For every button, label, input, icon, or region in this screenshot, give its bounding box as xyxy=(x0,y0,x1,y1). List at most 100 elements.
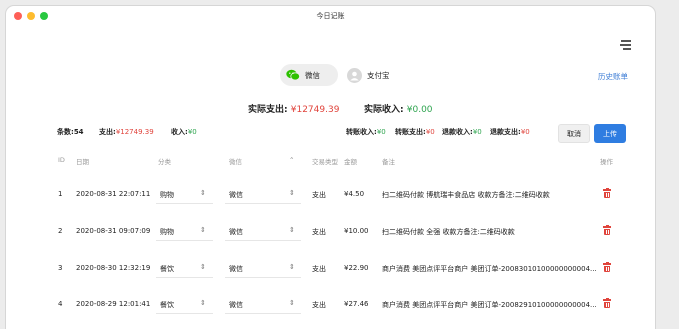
table-row: 3 2020-08-30 12:32:19 餐饮 ⇕ 微信 ⇕ 支出 ¥22.9… xyxy=(6,255,655,281)
row-id: 3 xyxy=(58,264,63,272)
category-select[interactable]: 购物 ⇕ xyxy=(156,221,213,241)
stat-transfer-in-value: ¥0 xyxy=(376,128,386,136)
account-select[interactable]: 微信 ⇕ xyxy=(225,258,301,278)
actual-expense-value: ¥12749.39 xyxy=(290,105,340,115)
table-row: 2 2020-08-31 09:07:09 购物 ⇕ 微信 ⇕ 支出 ¥10.0… xyxy=(6,218,655,244)
stat-refund-out: 退款支出:¥0 xyxy=(490,127,530,139)
tab-wechat-label: 微信 xyxy=(305,70,320,80)
header-amount: 金额 xyxy=(344,158,357,166)
header-type: 交易类型 xyxy=(312,158,338,166)
stat-transfer-out-label: 转账支出: xyxy=(395,128,426,136)
chevron-updown-icon: ⇕ xyxy=(200,226,206,234)
row-type: 支出 xyxy=(312,191,326,199)
chevron-updown-icon: ⇕ xyxy=(200,263,206,271)
row-note: 扫二维码付款 博航瑞丰食品店 收款方备注:二维码收款 xyxy=(382,191,550,199)
stat-count: 条数:54 xyxy=(57,127,84,139)
chevron-updown-icon: ⇕ xyxy=(200,189,206,197)
chevron-updown-icon: ⇕ xyxy=(200,299,206,307)
header-date: 日期 xyxy=(76,158,89,166)
account-select[interactable]: 微信 ⇕ xyxy=(225,221,301,241)
category-select[interactable]: 购物 ⇕ xyxy=(156,184,213,204)
row-id: 1 xyxy=(58,190,63,198)
chevron-updown-icon: ⇕ xyxy=(289,263,295,271)
trash-icon[interactable] xyxy=(603,187,611,198)
avatar-icon xyxy=(347,67,362,83)
stat-refund-in-value: ¥0 xyxy=(472,128,482,136)
stat-expense-value: ¥12749.39 xyxy=(115,128,154,136)
trash-icon[interactable] xyxy=(603,261,611,272)
category-value: 购物 xyxy=(160,228,174,236)
category-value: 餐饮 xyxy=(160,301,174,309)
row-note: 商户消费 美团点评平台商户 美团订单-20083010100000000004.… xyxy=(382,265,597,273)
header-action: 操作 xyxy=(600,158,613,166)
stat-refund-in-label: 退款收入: xyxy=(442,128,473,136)
title-bar: 今日记账 xyxy=(6,6,655,28)
actual-expense: 实际支出: ¥12749.39 xyxy=(248,102,339,115)
stat-refund-in: 退款收入:¥0 xyxy=(442,127,482,139)
row-type: 支出 xyxy=(312,228,326,236)
table-header: ID 日期 分类 微信 ⌃ 交易类型 金额 备注 操作 xyxy=(6,156,655,168)
cancel-button[interactable]: 取消 xyxy=(558,124,590,143)
stat-expense-label: 支出: xyxy=(99,128,116,136)
row-amount: ¥27.46 xyxy=(344,300,369,308)
tab-alipay-label: 支付宝 xyxy=(367,70,390,80)
account-value: 微信 xyxy=(229,301,243,309)
table-row: 4 2020-08-29 12:01:41 餐饮 ⇕ 微信 ⇕ 支出 ¥27.4… xyxy=(6,291,655,317)
trash-icon[interactable] xyxy=(603,297,611,308)
row-amount: ¥4.50 xyxy=(344,190,365,198)
category-value: 购物 xyxy=(160,191,174,199)
table-row: 1 2020-08-31 22:07:11 购物 ⇕ 微信 ⇕ 支出 ¥4.50… xyxy=(6,181,655,207)
menu-icon[interactable] xyxy=(619,40,631,52)
app-window: 今日记账 微信 支付宝 历史账单 实际支出: ¥12749.39 实际收入: ¥… xyxy=(6,6,655,329)
tab-alipay[interactable]: 支付宝 xyxy=(342,64,402,86)
header-category: 分类 xyxy=(158,158,171,166)
history-bills-link[interactable]: 历史账单 xyxy=(598,71,628,82)
stat-count-label: 条数: xyxy=(57,128,74,136)
chevron-updown-icon[interactable]: ⌃ xyxy=(289,156,294,164)
row-amount: ¥22.90 xyxy=(344,264,369,272)
stat-income-value: ¥0 xyxy=(187,128,197,136)
actual-income-label: 实际收入: xyxy=(364,105,404,115)
row-note: 商户消费 美团点评平台商户 美团订单-20082910100000000004.… xyxy=(382,301,597,309)
stat-transfer-in-label: 转账收入: xyxy=(346,128,377,136)
row-id: 4 xyxy=(58,300,63,308)
stat-transfer-out: 转账支出:¥0 xyxy=(395,127,435,139)
row-id: 2 xyxy=(58,227,63,235)
trash-icon[interactable] xyxy=(603,224,611,235)
window-title: 今日记账 xyxy=(316,12,345,20)
stat-expense: 支出:¥12749.39 xyxy=(99,127,154,139)
row-note: 扫二维码付款 全强 收款方备注:二维码收款 xyxy=(382,228,515,236)
actual-income: 实际收入: ¥0.00 xyxy=(364,102,433,115)
stat-income-label: 收入: xyxy=(171,128,188,136)
actual-income-value: ¥0.00 xyxy=(406,105,433,115)
account-value: 微信 xyxy=(229,191,243,199)
row-amount: ¥10.00 xyxy=(344,227,369,235)
row-date: 2020-08-31 09:07:09 xyxy=(76,227,151,235)
header-account[interactable]: 微信 xyxy=(229,156,242,166)
row-date: 2020-08-30 12:32:19 xyxy=(76,264,151,272)
account-value: 微信 xyxy=(229,228,243,236)
header-id: ID xyxy=(58,156,65,164)
row-date: 2020-08-29 12:01:41 xyxy=(76,300,151,308)
stat-transfer-out-value: ¥0 xyxy=(425,128,435,136)
chevron-updown-icon: ⇕ xyxy=(289,226,295,234)
category-select[interactable]: 餐饮 ⇕ xyxy=(156,258,213,278)
chevron-updown-icon: ⇕ xyxy=(289,189,295,197)
stat-refund-out-label: 退款支出: xyxy=(490,128,521,136)
stat-transfer-in: 转账收入:¥0 xyxy=(346,127,386,139)
upload-button[interactable]: 上传 xyxy=(594,124,626,143)
stat-count-value: 54 xyxy=(73,128,84,136)
wechat-icon xyxy=(285,68,300,83)
account-select[interactable]: 微信 ⇕ xyxy=(225,294,301,314)
tab-wechat[interactable]: 微信 xyxy=(280,64,338,86)
row-type: 支出 xyxy=(312,265,326,273)
account-value: 微信 xyxy=(229,265,243,273)
stat-income: 收入:¥0 xyxy=(171,127,197,139)
category-select[interactable]: 餐饮 ⇕ xyxy=(156,294,213,314)
account-select[interactable]: 微信 ⇕ xyxy=(225,184,301,204)
actual-expense-label: 实际支出: xyxy=(248,105,288,115)
row-date: 2020-08-31 22:07:11 xyxy=(76,190,151,198)
chevron-updown-icon: ⇕ xyxy=(289,299,295,307)
header-note: 备注 xyxy=(382,158,395,166)
stat-refund-out-value: ¥0 xyxy=(520,128,530,136)
